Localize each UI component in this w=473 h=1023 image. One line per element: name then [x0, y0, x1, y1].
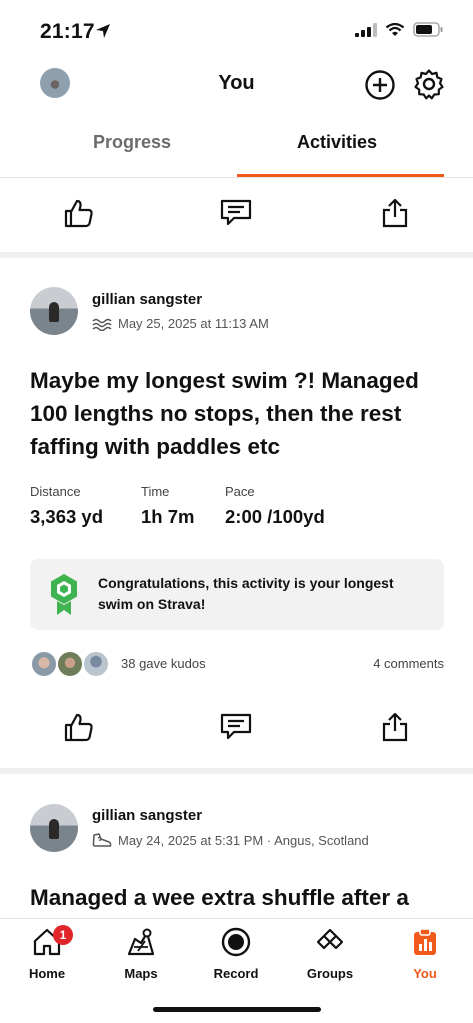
- kudos-avatar[interactable]: [56, 650, 84, 678]
- activity-date: May 25, 2025 at 11:13 AM: [118, 316, 269, 331]
- signal-icon: [355, 22, 377, 37]
- achievement-medal-icon: [51, 574, 77, 615]
- nav-record[interactable]: Record: [196, 927, 276, 981]
- header: You: [0, 60, 473, 108]
- activity-title[interactable]: Managed a wee extra shuffle after a: [30, 881, 450, 918]
- nav-label: You: [413, 966, 437, 981]
- nav-home[interactable]: 1 Home: [7, 925, 87, 981]
- stat-pace: Pace 2:00 /100yd: [225, 484, 325, 528]
- notification-badge: 1: [53, 925, 73, 945]
- stat-value: 2:00 /100yd: [225, 506, 325, 527]
- tab-bar: Progress Activities: [0, 118, 473, 178]
- stat-value: 3,363 yd: [30, 506, 104, 527]
- activity-date: May 24, 2025 at 5:31 PM · Angus, Scotlan…: [118, 832, 369, 848]
- kudos-avatar[interactable]: [82, 650, 110, 678]
- feed-divider: [0, 768, 473, 774]
- kudos-row: 38 gave kudos 4 comments: [30, 648, 444, 680]
- athlete-avatar[interactable]: [30, 804, 78, 852]
- kudos-thumb-icon[interactable]: [63, 198, 95, 228]
- wifi-icon: [385, 22, 405, 36]
- athlete-avatar[interactable]: [30, 287, 78, 335]
- nav-label: Groups: [306, 966, 354, 981]
- stat-time: Time 1h 7m: [141, 484, 194, 528]
- stat-distance: Distance 3,363 yd: [30, 484, 103, 528]
- tab-activities[interactable]: Activities: [297, 132, 377, 153]
- page-title: You: [218, 72, 255, 94]
- share-icon[interactable]: [381, 198, 409, 228]
- record-icon: [221, 927, 251, 957]
- home-indicator[interactable]: [153, 1007, 321, 1012]
- nav-label: Record: [213, 966, 259, 981]
- nav-maps[interactable]: Maps: [101, 927, 181, 981]
- feed-divider: [0, 252, 473, 258]
- status-time: 21:17: [40, 20, 95, 43]
- activity-actions: [0, 698, 473, 758]
- comment-icon[interactable]: [220, 712, 252, 742]
- groups-icon: [316, 928, 344, 950]
- tab-active-indicator: [237, 174, 444, 177]
- activity-actions: [0, 184, 473, 244]
- swim-icon: [92, 318, 112, 331]
- athlete-name[interactable]: gillian sangster: [92, 291, 202, 308]
- you-icon: [414, 928, 436, 955]
- activity-title[interactable]: Maybe my longest swim ?! Managed 100 len…: [30, 364, 450, 463]
- battery-icon: [413, 22, 443, 37]
- comment-icon[interactable]: [220, 198, 252, 228]
- location-arrow-icon: [96, 24, 110, 38]
- achievement-text: Congratulations, this activity is your l…: [98, 575, 394, 612]
- nav-you[interactable]: You: [385, 927, 465, 981]
- comments-count[interactable]: 4 comments: [373, 656, 444, 671]
- athlete-name[interactable]: gillian sangster: [92, 807, 202, 824]
- nav-label: Maps: [124, 966, 158, 981]
- gear-icon[interactable]: [413, 68, 445, 100]
- stat-label: Distance: [30, 484, 81, 499]
- stat-value: 1h 7m: [141, 506, 195, 527]
- kudos-avatar[interactable]: [30, 650, 58, 678]
- tab-progress[interactable]: Progress: [93, 132, 171, 153]
- share-icon[interactable]: [381, 712, 409, 742]
- nav-label: Home: [28, 966, 66, 981]
- stat-label: Pace: [225, 484, 255, 499]
- maps-icon: [127, 928, 155, 956]
- nav-groups[interactable]: Groups: [290, 927, 370, 981]
- achievement-banner[interactable]: Congratulations, this activity is your l…: [30, 559, 444, 630]
- stat-label: Time: [141, 484, 170, 499]
- status-bar: 21:17: [0, 0, 473, 60]
- add-icon[interactable]: [364, 69, 396, 101]
- run-shoe-icon: [92, 833, 112, 847]
- kudos-count[interactable]: 38 gave kudos: [121, 656, 206, 671]
- kudos-thumb-icon[interactable]: [63, 712, 95, 742]
